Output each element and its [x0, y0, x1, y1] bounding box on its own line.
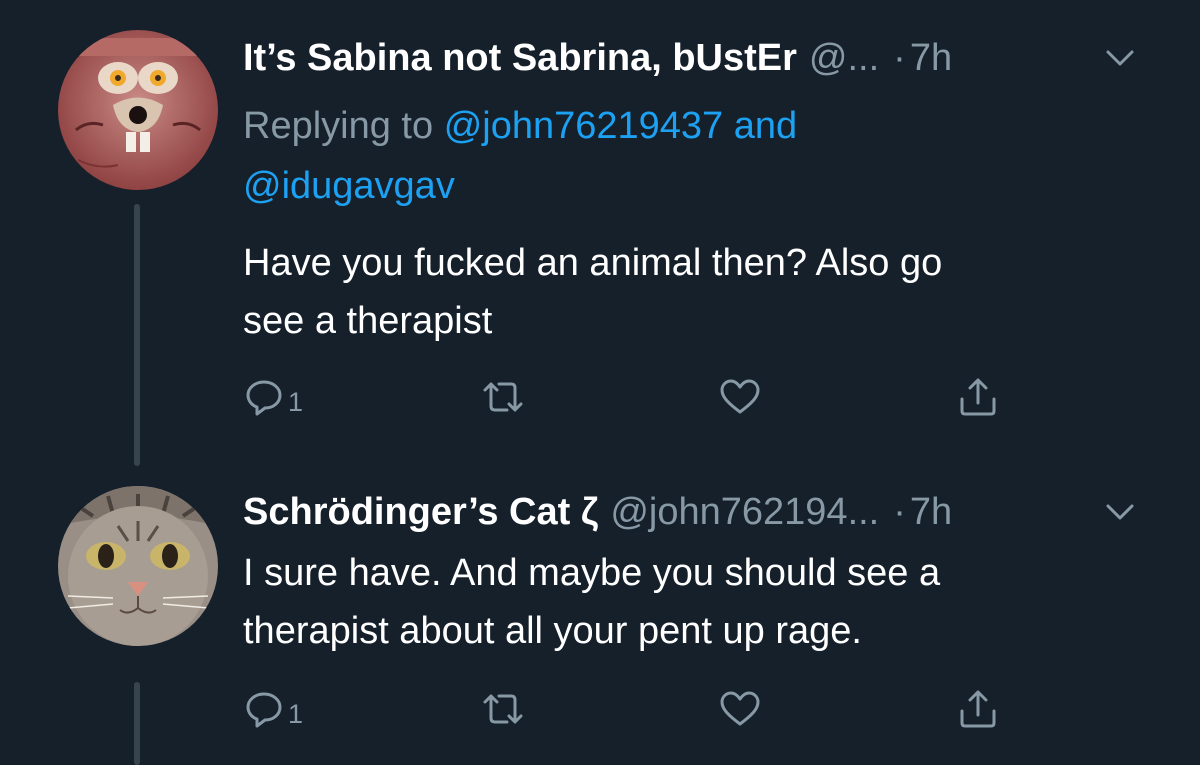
tweet-header: It’s Sabina not Sabrina, bUstEr @... · 7… — [243, 36, 1140, 80]
share-icon — [960, 690, 996, 728]
tweet-text-line: I sure have. And maybe you should see a — [243, 552, 941, 594]
user-handle[interactable]: @... — [809, 36, 879, 80]
share-button[interactable] — [956, 684, 1000, 734]
share-button[interactable] — [956, 372, 1000, 422]
retweet-button[interactable] — [479, 372, 527, 422]
reply-icon — [246, 380, 282, 416]
reply-count: 1 — [288, 386, 304, 417]
avatar-image — [58, 486, 218, 646]
retweet-button[interactable] — [479, 684, 527, 734]
reply-button[interactable]: 1 — [243, 684, 303, 734]
tweet-header: Schrödinger’s Cat ζ @john762194... · 7h — [243, 490, 1140, 534]
reply-button[interactable]: 1 — [243, 372, 303, 422]
mention-and[interactable]: and — [734, 105, 797, 147]
tweet[interactable]: Schrödinger’s Cat ζ @john762194... · 7h … — [0, 470, 1200, 765]
display-name[interactable]: It’s Sabina not Sabrina, bUstEr — [243, 36, 797, 80]
tweet-text-line: therapist about all your pent up rage. — [243, 610, 862, 652]
avatar[interactable] — [58, 30, 218, 190]
tweet-text: I sure have. And maybe you should see a … — [243, 544, 1143, 660]
display-name[interactable]: Schrödinger’s Cat ζ — [243, 490, 598, 534]
chevron-down-icon[interactable] — [1100, 36, 1140, 80]
share-icon — [960, 378, 996, 416]
reply-icon — [246, 692, 282, 728]
avatar-image — [58, 30, 218, 190]
retweet-icon — [483, 694, 523, 724]
like-button[interactable] — [718, 372, 762, 422]
replying-to-label: Replying to — [243, 105, 434, 147]
timestamp[interactable]: 7h — [910, 36, 952, 80]
separator-dot: · — [893, 491, 906, 533]
timestamp[interactable]: 7h — [910, 490, 952, 534]
tweet-text: Have you fucked an animal then? Also go … — [243, 234, 1143, 350]
retweet-icon — [483, 382, 523, 412]
heart-icon — [720, 691, 760, 726]
thread-line — [134, 682, 140, 765]
tweet-text-line: see a therapist — [243, 300, 493, 342]
tweet-actions: 1 — [243, 684, 1023, 734]
tweet-actions: 1 — [243, 372, 1023, 422]
reply-count: 1 — [288, 698, 304, 729]
tweet-text-line: Have you fucked an animal then? Also go — [243, 242, 943, 284]
separator-dot: · — [893, 37, 906, 79]
avatar[interactable] — [58, 486, 218, 646]
chevron-down-icon[interactable] — [1100, 490, 1140, 534]
tweet[interactable]: It’s Sabina not Sabrina, bUstEr @... · 7… — [0, 0, 1200, 470]
replying-to: Replying to @john76219437 and @idugavgav — [243, 96, 963, 216]
like-button[interactable] — [718, 684, 762, 734]
mention-link[interactable]: @john76219437 — [444, 105, 724, 147]
heart-icon — [720, 379, 760, 414]
mention-link[interactable]: @idugavgav — [243, 165, 455, 207]
thread-line — [134, 204, 140, 466]
user-handle[interactable]: @john762194... — [610, 490, 879, 534]
